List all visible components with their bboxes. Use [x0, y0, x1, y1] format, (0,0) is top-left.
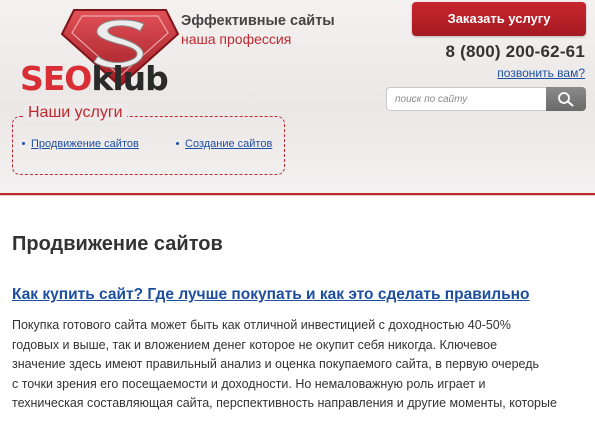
logo-wordmark: SEOklub — [20, 59, 169, 98]
search-icon — [558, 92, 574, 107]
callback-link[interactable]: позвонить вам? — [497, 66, 585, 80]
logo-klub-text: klub — [91, 59, 168, 98]
article-line: техническая составляющая сайта, перспект… — [12, 396, 557, 410]
service-link-promotion[interactable]: Продвижение сайтов — [22, 138, 139, 150]
header-divider-shadow — [0, 195, 595, 196]
bullet-icon — [176, 141, 179, 145]
site-search — [386, 87, 586, 111]
service-link-label: Продвижение сайтов — [31, 138, 139, 150]
order-service-button[interactable]: Заказать услугу — [412, 2, 586, 36]
slogan-line-1: Эффективные сайты — [181, 13, 335, 29]
search-input[interactable] — [386, 87, 548, 111]
article-excerpt: Покупка готового сайта может быть как от… — [12, 316, 590, 414]
slogan-line-2: наша профессия — [181, 31, 292, 47]
article-line: годовых и выше, так и вложением денег ко… — [12, 337, 498, 352]
page-title: Продвижение сайтов — [12, 233, 223, 255]
service-link-label: Создание сайтов — [185, 138, 273, 150]
services-title: Наши услуги — [24, 104, 127, 122]
logo-seo-text: SEO — [20, 59, 92, 98]
phone-number: 8 (800) 200-62-61 — [445, 42, 585, 61]
article-line: с точки зрения его посещаемости и доходн… — [12, 376, 486, 391]
service-link-creation[interactable]: Создание сайтов — [176, 138, 272, 150]
article-title-link[interactable]: Как купить сайт? Где лучше покупать и ка… — [12, 286, 530, 304]
bullet-icon — [22, 141, 25, 145]
article-line: значение здесь имеют правильный анализ и… — [12, 357, 540, 371]
article-line: Покупка готового сайта может быть как от… — [12, 318, 511, 332]
search-button[interactable] — [546, 87, 586, 111]
